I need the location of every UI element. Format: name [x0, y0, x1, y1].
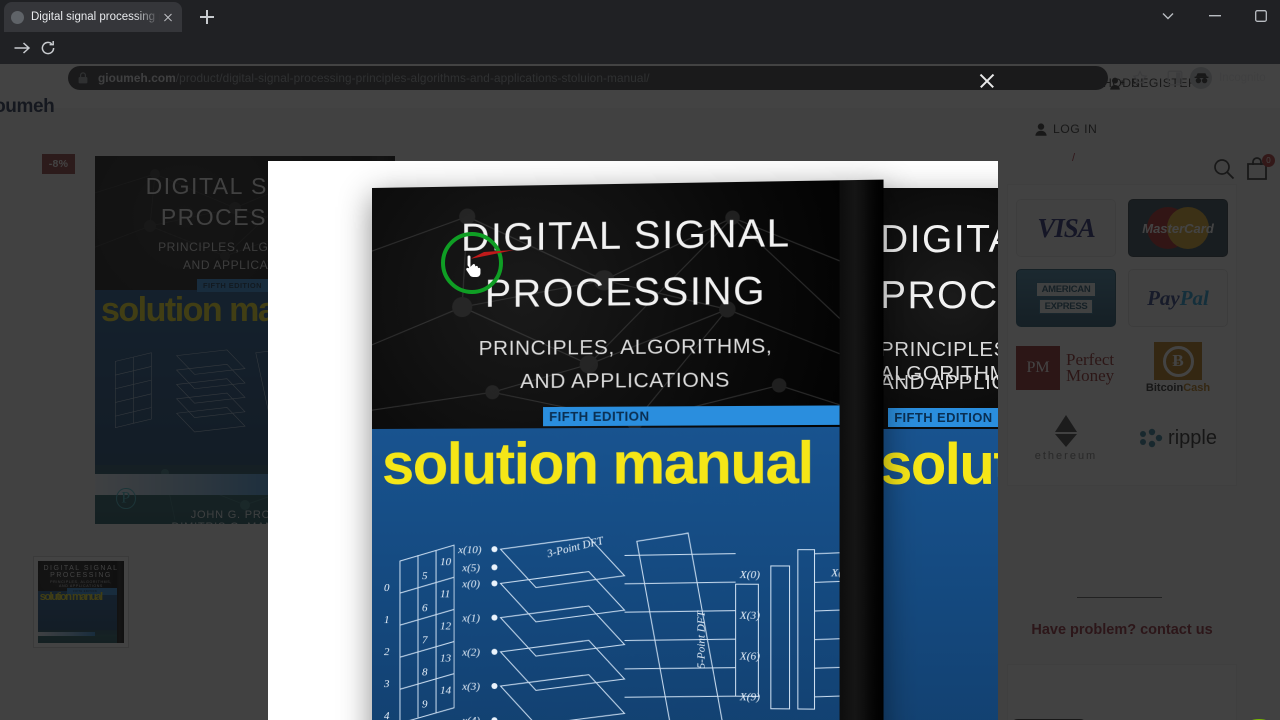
book-edition-banner: FIFTH EDITION — [543, 405, 863, 426]
svg-text:X(9): X(9) — [739, 691, 761, 703]
forward-arrow-icon[interactable] — [10, 36, 34, 60]
browser-tab-active[interactable]: Digital signal processing principle — [4, 2, 182, 32]
web-page: gioumeh HOME CATEGORIES PAGES SOLUTION M… — [0, 64, 1280, 720]
svg-text:x(5): x(5) — [461, 562, 480, 574]
book-title-line1: DIGITAL SIGNAL — [880, 217, 998, 261]
svg-text:X(0): X(0) — [739, 569, 761, 581]
svg-text:1: 1 — [384, 614, 389, 626]
svg-text:5: 5 — [422, 570, 428, 582]
browser-chrome: Digital signal processing principle giou… — [0, 0, 1280, 90]
mouse-cursor-pointer — [465, 254, 482, 279]
dft-diagram-large: 01234 56789 10 11 12 13 14 x(10) x(5) x(0) x(1… — [382, 531, 884, 720]
lightbox-close-icon[interactable] — [976, 70, 998, 92]
svg-text:4: 4 — [384, 710, 390, 720]
svg-text:9: 9 — [422, 699, 428, 711]
svg-text:0: 0 — [384, 582, 390, 594]
image-lightbox[interactable]: DIGITAL SIGNAL PROCESSING PRINCIPLES, AL… — [268, 161, 998, 720]
svg-text:X(3): X(3) — [739, 610, 761, 622]
book-spine-shadow — [862, 179, 884, 720]
book-subtitle-line1: PRINCIPLES, ALGORITHMS, — [478, 334, 773, 361]
reload-icon[interactable] — [36, 36, 60, 60]
svg-text:x(3): x(3) — [461, 681, 480, 693]
svg-text:7: 7 — [422, 634, 428, 646]
solution-manual-overlay: solution manual — [381, 429, 813, 497]
solution-manual-overlay: solution manual — [880, 431, 998, 497]
svg-text:x(1): x(1) — [461, 613, 480, 625]
tab-strip: Digital signal processing principle — [0, 0, 1280, 32]
svg-text:11: 11 — [440, 588, 450, 600]
book-subtitle-line2: AND APPLICATIONS — [520, 368, 731, 394]
svg-text:6: 6 — [422, 602, 428, 614]
svg-text:x(4): x(4) — [461, 715, 480, 720]
tab-title: Digital signal processing principle — [31, 11, 160, 23]
svg-text:10: 10 — [440, 556, 452, 568]
book-cover-art-edge: DIGITAL SIGNAL PROCESSING PRINCIPLES, AL… — [872, 188, 998, 720]
svg-text:12: 12 — [440, 621, 452, 633]
svg-text:13: 13 — [440, 653, 452, 665]
svg-text:x(2): x(2) — [461, 647, 480, 659]
window-menu-chevron-icon[interactable] — [1145, 0, 1191, 32]
book-edition-banner: FIFTH EDITION — [888, 407, 998, 427]
svg-text:5-Point DFT: 5-Point DFT — [695, 610, 707, 668]
svg-text:x(10): x(10) — [457, 544, 482, 556]
svg-text:8: 8 — [422, 667, 428, 679]
window-minimize-button[interactable] — [1192, 0, 1238, 32]
new-tab-button[interactable] — [196, 6, 218, 28]
svg-text:2: 2 — [384, 646, 390, 658]
svg-text:3: 3 — [383, 678, 390, 690]
book-subtitle-line2: AND APPLICATIONS — [880, 371, 998, 395]
svg-text:x(0): x(0) — [461, 578, 480, 590]
browser-toolbar: gioumeh.com/product/digital-signal-proce… — [0, 32, 1280, 90]
svg-text:3-Point DFT: 3-Point DFT — [545, 535, 606, 561]
window-restore-button[interactable] — [1238, 0, 1280, 32]
svg-text:14: 14 — [440, 685, 452, 697]
tab-favicon-icon — [11, 10, 24, 24]
svg-text:X(6): X(6) — [739, 651, 761, 663]
book-title-line2: PROCESSING — [880, 273, 998, 317]
tab-close-icon[interactable] — [160, 9, 176, 25]
